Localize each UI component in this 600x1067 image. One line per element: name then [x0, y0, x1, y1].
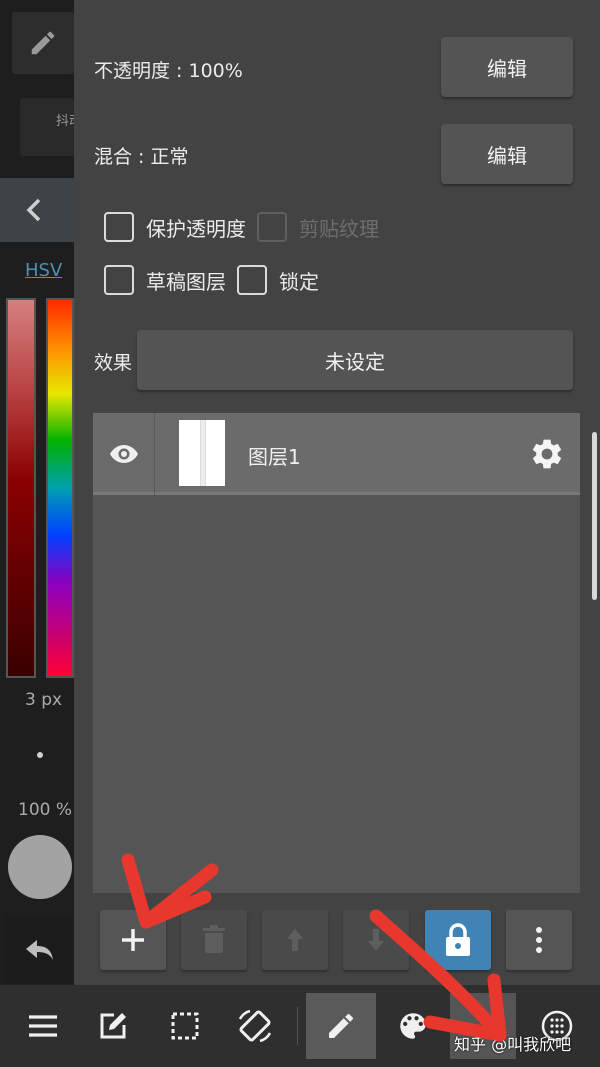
move-layer-up-button[interactable] — [262, 910, 328, 970]
rotate-icon — [238, 1009, 272, 1043]
move-down-icon — [368, 929, 384, 951]
add-layer-button[interactable] — [100, 910, 166, 970]
selection-icon — [171, 1012, 199, 1040]
checkbox-label: 剪贴纹理 — [299, 216, 379, 241]
checkbox-label: 草稿图层 — [146, 269, 226, 294]
checkbox-label: 锁定 — [279, 269, 319, 294]
palette-button[interactable] — [380, 993, 446, 1059]
more-vert-icon — [536, 927, 542, 953]
layer-panel: 不透明度 : 100% 编辑 混合 : 正常 编辑 保护透明度 剪贴纹理 草稿图… — [74, 0, 600, 985]
main-menu-button[interactable] — [10, 993, 76, 1059]
pen-icon — [329, 1013, 353, 1038]
add-layer-icon — [122, 929, 144, 951]
checkbox-box — [104, 265, 134, 295]
checkbox-label: 保护透明度 — [146, 216, 246, 241]
draft-layer-checkbox[interactable]: 草稿图层 — [104, 265, 226, 295]
pen-tool-button[interactable] — [12, 12, 74, 74]
menu-icon — [29, 1015, 57, 1037]
effect-button[interactable]: 未设定 — [137, 330, 573, 390]
visibility-toggle[interactable] — [93, 413, 155, 495]
lock-layer-button[interactable] — [425, 910, 491, 970]
undo-button[interactable] — [4, 916, 74, 984]
current-color-swatch[interactable] — [8, 835, 72, 899]
clipping-checkbox[interactable]: 剪贴纹理 — [257, 212, 379, 242]
collapse-panel-button[interactable] — [0, 178, 74, 242]
hue-slider[interactable] — [46, 298, 74, 678]
layer-thumbnail — [179, 420, 225, 486]
brush-size-label: 3 px — [25, 690, 63, 710]
move-layer-down-button[interactable] — [343, 910, 409, 970]
protect-alpha-checkbox[interactable]: 保护透明度 — [104, 212, 246, 242]
pen-icon — [31, 31, 55, 55]
effect-label: 效果 — [94, 352, 133, 374]
brush-size-preview — [37, 752, 43, 758]
selection-button[interactable] — [152, 993, 218, 1059]
checkbox-box — [104, 212, 134, 242]
color-mode-link[interactable]: HSV — [25, 260, 62, 281]
saturation-slider[interactable] — [6, 298, 36, 678]
gear-icon — [532, 439, 562, 469]
opacity-edit-button[interactable]: 编辑 — [441, 37, 573, 97]
watermark: 知乎 @叫我欣吧 — [454, 1035, 572, 1054]
palette-icon — [400, 1013, 426, 1039]
move-up-icon — [287, 929, 303, 951]
left-tool-strip: 抖动 HSV 3 px 100 % — [0, 0, 74, 985]
blend-label: 混合 : 正常 — [94, 146, 189, 168]
brush-opacity-label: 100 % — [18, 800, 73, 820]
checkbox-box — [257, 212, 287, 242]
layer-name: 图层1 — [248, 445, 301, 469]
pen-mode-button[interactable] — [306, 993, 376, 1059]
toolbar-divider — [297, 1007, 298, 1045]
brush-name-button[interactable]: 抖动 — [20, 98, 74, 156]
lock-checkbox[interactable]: 锁定 — [237, 265, 319, 295]
rotate-canvas-button[interactable] — [222, 993, 288, 1059]
delete-icon — [203, 925, 225, 953]
eye-icon — [109, 445, 138, 463]
delete-layer-button[interactable] — [181, 910, 247, 970]
layer-list-scrollbar[interactable] — [592, 432, 597, 600]
opacity-label: 不透明度 : 100% — [94, 60, 243, 82]
layer-list: 图层1 — [93, 413, 580, 893]
lock-icon — [446, 923, 470, 956]
undo-icon — [26, 940, 53, 960]
edit-canvas-button[interactable] — [80, 993, 146, 1059]
chevron-left-icon — [26, 198, 41, 222]
checkbox-box — [237, 265, 267, 295]
blend-edit-button[interactable]: 编辑 — [441, 124, 573, 184]
edit-canvas-icon — [100, 1013, 126, 1039]
layer-row[interactable]: 图层1 — [93, 413, 580, 495]
more-options-button[interactable] — [506, 910, 572, 970]
layer-settings-button[interactable] — [529, 436, 565, 476]
